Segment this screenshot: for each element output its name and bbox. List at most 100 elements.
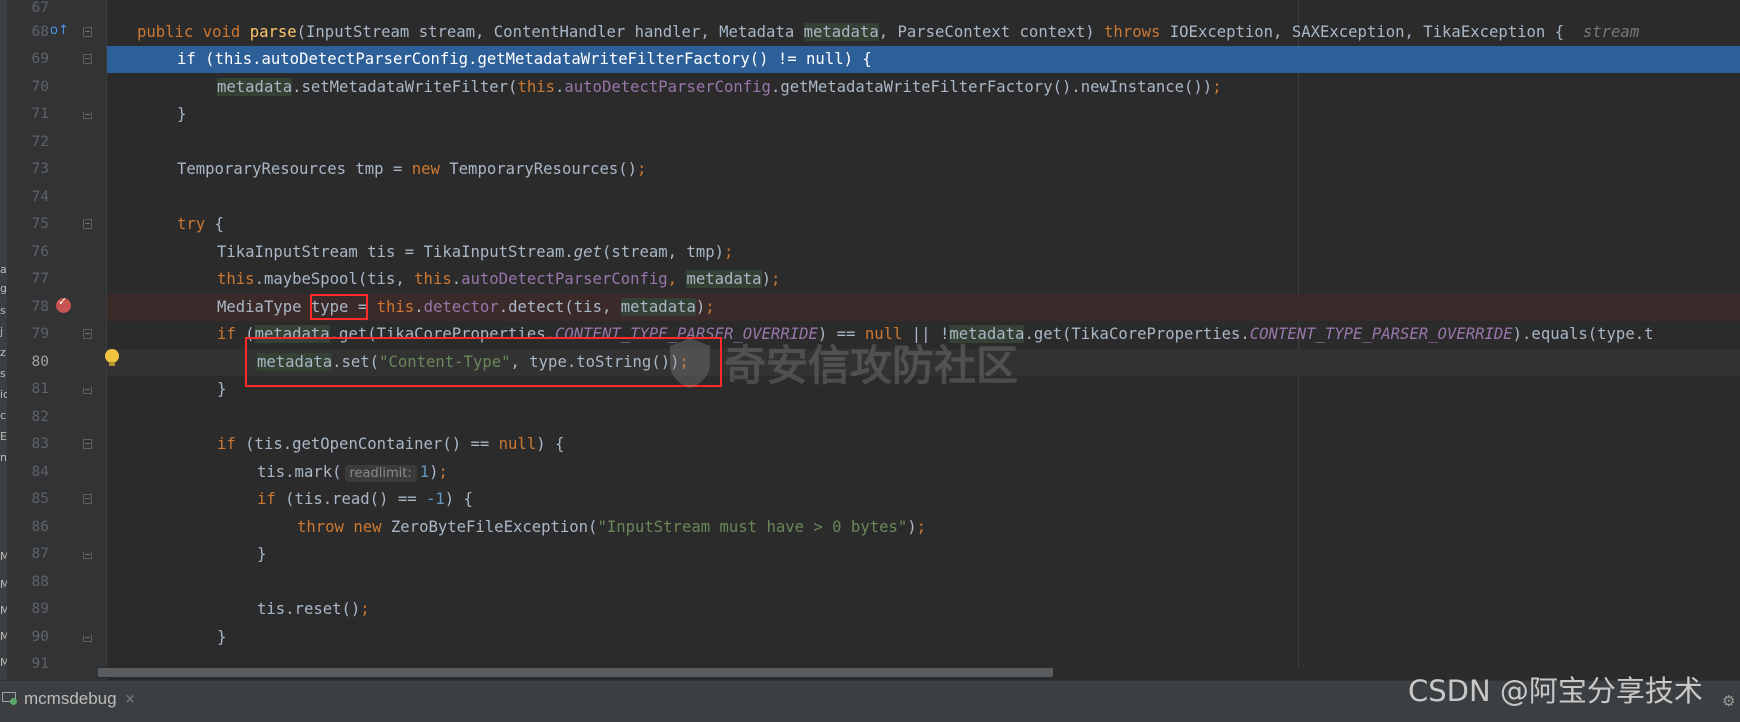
gutter-line[interactable]: 80 [7, 349, 107, 376]
gutter-line[interactable]: 85 [7, 486, 107, 513]
override-method-icon[interactable]: o↑ [50, 24, 69, 38]
code-line[interactable]: public void parse(InputStream stream, Co… [107, 19, 1740, 46]
strip-text: M [0, 630, 7, 643]
code-line[interactable]: if (metadata.get(TikaCoreProperties.CONT… [107, 321, 1740, 348]
line-number: 88 [31, 574, 49, 590]
fold-marker[interactable] [83, 27, 92, 37]
fold-marker[interactable] [83, 494, 92, 504]
csdn-watermark: CSDN @阿宝分享技术 [1408, 674, 1703, 708]
line-number: 74 [31, 189, 49, 205]
strip-text: E [0, 430, 7, 443]
fold-end-marker[interactable] [83, 635, 92, 642]
parameter-hint: stream [1582, 23, 1640, 41]
strip-text: z [0, 346, 6, 359]
scrollbar-thumb[interactable] [98, 668, 1053, 677]
line-number: 78 [31, 299, 49, 315]
fold-marker[interactable] [83, 329, 92, 339]
strip-text: ic [0, 388, 7, 401]
gutter-line[interactable]: 84 [7, 459, 107, 486]
code-line[interactable]: tis.mark(readlimit: 1); [107, 459, 1740, 486]
code-line[interactable]: try { [107, 211, 1740, 238]
code-line[interactable]: } [107, 376, 1740, 403]
gutter-line[interactable]: 86 [7, 514, 107, 541]
gutter-line[interactable]: 70 [7, 74, 107, 101]
code-editor[interactable]: a gi s j z s ic c E n M M M M M 67 68 69… [0, 0, 1740, 680]
line-number: 89 [31, 601, 49, 617]
line-number: 84 [31, 464, 49, 480]
lightbulb-icon[interactable] [105, 349, 119, 367]
code-line[interactable]: } [107, 101, 1740, 128]
line-number: 68 [31, 24, 49, 40]
gutter-line[interactable]: 81 [7, 376, 107, 403]
code-line[interactable]: if (tis.read() == -1) { [107, 486, 1740, 513]
code-line-caret[interactable]: metadata.set("Content-Type", type.toStri… [107, 349, 1740, 376]
line-number: 75 [31, 216, 49, 232]
code-line[interactable]: if (tis.getOpenContainer() == null) { [107, 431, 1740, 458]
line-number: 82 [31, 409, 49, 425]
code-line[interactable]: metadata.setMetadataWriteFilter(this.aut… [107, 74, 1740, 101]
code-line-current-execution[interactable]: if (this.autoDetectParserConfig.getMetad… [107, 46, 1740, 73]
code-line[interactable]: TikaInputStream tis = TikaInputStream.ge… [107, 239, 1740, 266]
close-icon[interactable]: × [125, 692, 136, 707]
gutter-line[interactable]: 73 [7, 156, 107, 183]
fold-marker[interactable] [83, 54, 92, 64]
tab-debug-session[interactable]: mcmsdebug × [0, 681, 144, 717]
gutter-line[interactable]: 89 [7, 596, 107, 623]
strip-text: M [0, 656, 7, 669]
code-line-breakpoint[interactable]: MediaType type = this.detector.detect(ti… [107, 294, 1740, 321]
line-number: 86 [31, 519, 49, 535]
fold-marker[interactable] [83, 439, 92, 449]
left-tool-strip: a gi s j z s ic c E n M M M M M [0, 0, 7, 680]
gutter-line[interactable]: 74 [7, 184, 107, 211]
gear-icon[interactable]: ⚙ [1722, 692, 1738, 710]
gutter-line[interactable]: 90 [7, 624, 107, 651]
code-line[interactable]: throw new ZeroByteFileException("InputSt… [107, 514, 1740, 541]
strip-text: a [0, 263, 7, 276]
strip-text: j [0, 325, 4, 338]
gutter-line[interactable]: 77 [7, 266, 107, 293]
breakpoint-icon[interactable] [56, 295, 71, 313]
line-number: 76 [31, 244, 49, 260]
gutter-line[interactable]: 76 [7, 239, 107, 266]
gutter-line[interactable]: 91 [7, 651, 107, 678]
strip-text: c [0, 409, 7, 422]
strip-text: M [0, 604, 7, 617]
gutter-line[interactable]: 79 [7, 321, 107, 348]
line-number: 85 [31, 491, 49, 507]
code-line[interactable]: } [107, 624, 1740, 651]
code-line[interactable]: } [107, 541, 1740, 568]
strip-text: s [0, 304, 6, 317]
gutter-line[interactable]: 72 [7, 129, 107, 156]
line-number: 73 [31, 161, 49, 177]
fold-end-marker[interactable] [83, 387, 92, 394]
strip-text: gi [0, 282, 7, 295]
fold-end-marker[interactable] [83, 552, 92, 559]
tab-label: mcmsdebug [24, 689, 117, 708]
code-line[interactable]: this.maybeSpool(tis, this.autoDetectPars… [107, 266, 1740, 293]
gutter-separator [106, 0, 107, 680]
line-number: 90 [31, 629, 49, 645]
gutter-line[interactable]: 69 [7, 46, 107, 73]
gutter-line[interactable]: 71 [7, 101, 107, 128]
strip-text: n [0, 451, 7, 464]
editor-gutter[interactable]: 67 68 69 70 71 72 73 74 75 76 77 78 79 8… [7, 0, 107, 680]
line-number: 83 [31, 436, 49, 452]
gutter-line[interactable]: 82 [7, 404, 107, 431]
strip-text: M [0, 578, 7, 591]
line-number: 71 [31, 106, 49, 122]
line-number: 77 [31, 271, 49, 287]
line-number: 80 [31, 354, 49, 370]
line-number: 91 [31, 656, 49, 672]
fold-end-marker[interactable] [83, 112, 92, 119]
strip-text: s [0, 367, 6, 380]
gutter-line[interactable]: 88 [7, 569, 107, 596]
code-line[interactable]: TemporaryResources tmp = new TemporaryRe… [107, 156, 1740, 183]
line-number: 79 [31, 326, 49, 342]
gutter-line[interactable]: 83 [7, 431, 107, 458]
line-number: 81 [31, 381, 49, 397]
gutter-line[interactable]: 75 [7, 211, 107, 238]
line-number: 70 [31, 79, 49, 95]
fold-marker[interactable] [83, 219, 92, 229]
gutter-line[interactable]: 87 [7, 541, 107, 568]
code-line[interactable]: tis.reset(); [107, 596, 1740, 623]
